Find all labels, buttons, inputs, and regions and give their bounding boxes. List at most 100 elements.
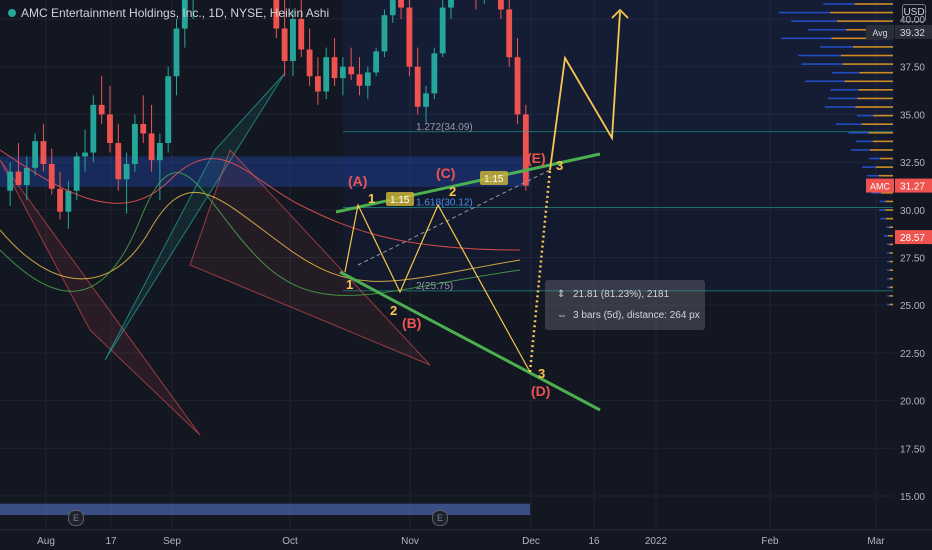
price-badge-value: 39.32 — [900, 28, 925, 39]
time-tick-label: 2022 — [645, 536, 668, 547]
candle-body — [364, 72, 371, 86]
price-badge-value: 31.27 — [900, 182, 925, 193]
volume-bar — [824, 106, 856, 108]
bar-range-icon: ⇔ — [557, 310, 567, 321]
volume-bar — [848, 131, 869, 134]
volume-bar — [887, 252, 890, 254]
time-tick-label: Dec — [522, 536, 540, 547]
volume-bar — [889, 277, 893, 280]
volume-bar — [879, 157, 893, 160]
measure-bars: 3 bars (5d), distance: 264 px — [573, 310, 700, 321]
price-tick-label: 15.00 — [900, 492, 925, 503]
candle-body — [348, 66, 355, 75]
candle-body — [57, 188, 63, 212]
candle-body — [381, 15, 388, 52]
price-badge-label: AMC — [870, 182, 891, 192]
volume-bar — [879, 200, 886, 203]
volume-bar — [886, 217, 893, 220]
fib-band — [343, 0, 893, 132]
candle-body — [389, 0, 396, 16]
volume-bar — [869, 149, 893, 151]
volume-bar — [837, 20, 893, 22]
fib-label: 1.618(30.12) — [416, 198, 473, 209]
volume-bar — [859, 71, 893, 74]
price-tick-label: 35.00 — [900, 110, 925, 121]
volume-bar — [885, 209, 893, 211]
ratio-label: 1.15 — [484, 174, 504, 185]
candle-body — [331, 57, 338, 79]
time-tick-label: Mar — [867, 536, 885, 547]
candle-body — [281, 28, 288, 61]
candle-body — [123, 164, 130, 180]
earnings-icon[interactable]: E — [432, 510, 448, 526]
candle-body — [48, 164, 55, 189]
volume-bar — [852, 46, 893, 48]
candle-body — [314, 76, 321, 92]
volume-bar — [857, 97, 893, 100]
volume-bar — [866, 174, 879, 177]
candle-body — [514, 57, 521, 115]
price-tick-label: 27.50 — [900, 254, 925, 265]
fib-band — [343, 131, 893, 291]
time-tick-label: 16 — [588, 536, 600, 547]
volume-bar — [878, 174, 893, 177]
time-tick-label: Feb — [761, 536, 779, 547]
price-range-icon: ⇕ — [557, 289, 566, 300]
earnings-icon[interactable]: E — [68, 510, 84, 526]
candle-body — [107, 114, 113, 144]
candle-body — [290, 19, 296, 61]
volume-bar — [889, 303, 893, 306]
price-tick-label: 25.00 — [900, 301, 925, 312]
symbol-title: AMC Entertainment Holdings, Inc., 1D, NY… — [21, 6, 330, 20]
volume-bar — [880, 217, 887, 220]
time-tick-label: Oct — [282, 536, 298, 547]
candle-body — [506, 9, 513, 58]
volume-bar — [887, 235, 893, 237]
price-tick-label: 17.50 — [900, 444, 925, 455]
volume-bar — [883, 235, 888, 237]
volume-bar — [887, 303, 890, 306]
volume-bar — [872, 140, 893, 143]
volume-bar — [868, 131, 893, 134]
candle-body — [448, 0, 454, 8]
price-chart[interactable]: 0(48.66)0.236(45.89)0.382(44.28)1.272(34… — [0, 0, 932, 550]
candle-body — [115, 143, 122, 180]
candle-body — [431, 53, 438, 94]
candle-body — [373, 51, 380, 73]
measure-tooltip: ⇕ 21.81 (81.23%), 2181 ⇔ 3 bars (5d), dist… — [545, 280, 705, 330]
volume-bar — [830, 11, 893, 14]
candle-body — [423, 93, 429, 107]
measure-bars-row: ⇔ 3 bars (5d), distance: 264 px — [557, 310, 700, 321]
volume-bar — [856, 140, 873, 143]
price-tick-label: 22.50 — [900, 349, 925, 360]
fib-label: 1.272(34.09) — [416, 122, 473, 133]
volume-bar — [861, 123, 893, 125]
volume-bar — [887, 260, 890, 263]
candle-body — [65, 190, 72, 212]
volume-bar — [835, 123, 862, 125]
time-tick-label: Aug — [37, 536, 55, 547]
volume-bar — [885, 200, 893, 203]
volume-bar — [858, 89, 893, 91]
measure-price-change: 21.81 (81.23%), 2181 — [573, 289, 670, 300]
candle-body — [173, 28, 180, 77]
volume-bar — [828, 97, 858, 100]
currency-button[interactable]: USD — [902, 4, 926, 22]
volume-bar — [801, 63, 843, 65]
volume-bar — [856, 114, 874, 117]
volume-bar — [854, 3, 893, 5]
price-badge-label: Avg — [872, 28, 887, 38]
candle-body — [7, 171, 14, 191]
wave-label: 2 — [449, 184, 456, 199]
volume-bar — [887, 286, 890, 289]
candle-body — [339, 66, 346, 79]
volume-bar — [840, 54, 893, 57]
wave-label: (A) — [348, 173, 367, 189]
volume-bar — [889, 269, 893, 271]
volume-bar — [807, 28, 847, 31]
time-axis-bg — [0, 530, 932, 550]
time-tick-label: Nov — [401, 536, 419, 547]
volume-bar — [820, 46, 853, 48]
chart-title: AMC Entertainment Holdings, Inc., 1D, NY… — [8, 6, 329, 20]
time-tick-label: 17 — [105, 536, 117, 547]
